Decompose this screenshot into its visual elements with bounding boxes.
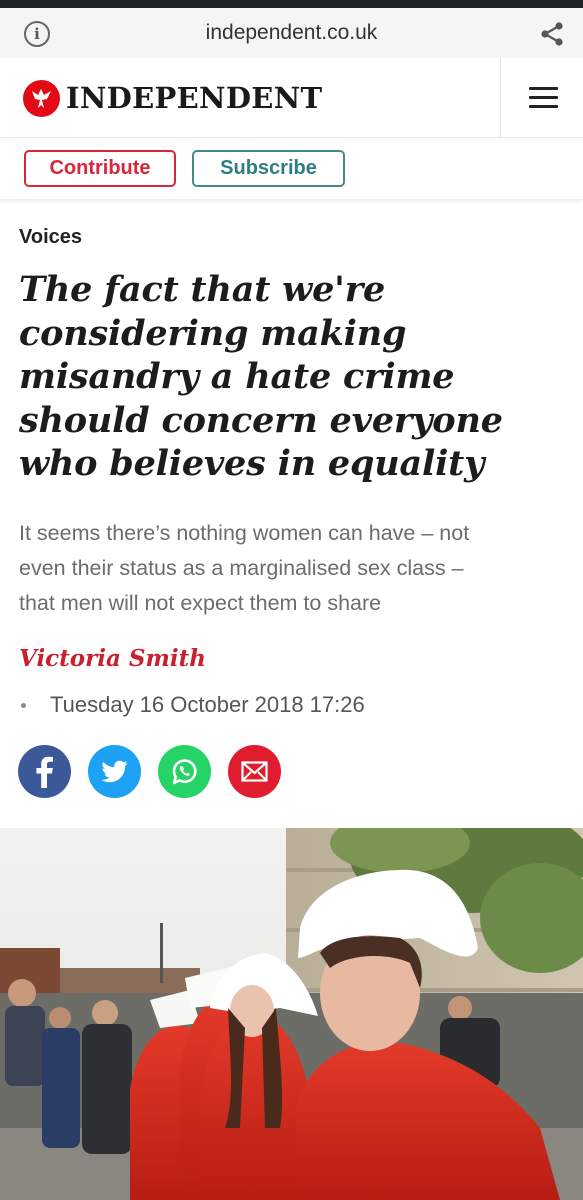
eagle-logo-icon [23, 79, 60, 117]
publish-date-text: Tuesday 16 October 2018 17:26 [50, 692, 365, 717]
whatsapp-icon [172, 759, 197, 785]
headline-line: misandry a hate crime [19, 356, 455, 397]
article-hero-image[interactable] [0, 828, 583, 1200]
publish-date: Tuesday 16 October 2018 17:26 [19, 690, 365, 720]
share-icon[interactable] [539, 21, 565, 47]
headline-line: should concern everyone [19, 399, 503, 441]
cta-bar: Contribute Subscribe [0, 138, 583, 200]
whatsapp-share-button[interactable] [158, 745, 211, 798]
twitter-icon [101, 760, 128, 783]
subscribe-button[interactable]: Subscribe [192, 150, 345, 187]
email-icon [241, 761, 268, 782]
social-share-row [18, 745, 298, 798]
site-header: INDEPENDENT [0, 58, 583, 138]
author-link[interactable]: Victoria Smith [19, 645, 206, 672]
facebook-share-button[interactable] [18, 745, 71, 798]
standfirst-line: that men will not expect them to share [19, 591, 382, 615]
logo-wordmark: INDEPENDENT [66, 81, 323, 115]
contribute-button[interactable]: Contribute [24, 150, 176, 187]
standfirst-line: It seems there’s nothing women can have … [19, 521, 470, 545]
header-divider [500, 58, 501, 137]
headline-line: The fact that we're [19, 269, 386, 310]
headline-line: who believes in equality [19, 443, 485, 484]
bullet-icon [21, 702, 26, 708]
browser-address-bar: i independent.co.uk [0, 8, 583, 58]
twitter-share-button[interactable] [88, 745, 141, 798]
section-label[interactable]: Voices [19, 226, 82, 249]
headline-line: considering making [19, 312, 407, 354]
status-bar [0, 0, 583, 8]
facebook-icon [36, 756, 53, 788]
url-text[interactable]: independent.co.uk [0, 21, 583, 45]
article-standfirst: It seems there’s nothing women can have … [19, 516, 569, 621]
email-share-button[interactable] [228, 745, 281, 798]
site-logo[interactable]: INDEPENDENT [23, 78, 322, 118]
standfirst-line: even their status as a marginalised sex … [19, 556, 464, 580]
article-headline: The fact that we're considering making m… [19, 268, 569, 486]
hamburger-menu-icon[interactable] [529, 87, 558, 109]
